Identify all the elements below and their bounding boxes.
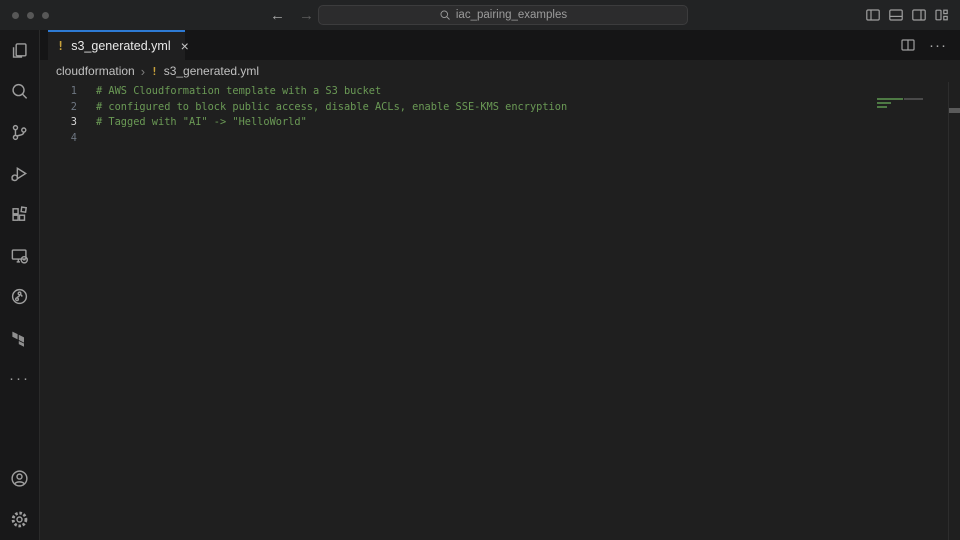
remote-explorer-icon xyxy=(10,246,29,265)
command-center-search[interactable]: iac_pairing_examples xyxy=(318,5,688,25)
sidebar-item-run-debug[interactable] xyxy=(0,153,40,194)
command-center-text: iac_pairing_examples xyxy=(456,9,567,21)
navigate-forward-icon[interactable]: → xyxy=(299,7,314,24)
editor-more-actions-icon[interactable]: ··· xyxy=(929,37,947,54)
line-text: # Tagged with "AI" -> "HelloWorld" xyxy=(77,115,307,131)
customize-layout-icon[interactable] xyxy=(934,7,950,23)
sidebar-item-terraform[interactable] xyxy=(0,317,40,358)
files-icon xyxy=(10,41,29,60)
line-number: 3 xyxy=(40,115,77,131)
minimap[interactable] xyxy=(877,98,935,110)
tab-close-icon[interactable]: × xyxy=(181,39,189,53)
line-text xyxy=(77,131,96,147)
warning-icon: ! xyxy=(151,65,158,78)
title-bar: ← → iac_pairing_examples xyxy=(0,0,960,30)
git-graph-icon xyxy=(10,287,29,306)
sidebar-item-remote-explorer[interactable] xyxy=(0,235,40,276)
editor-scrollbar[interactable] xyxy=(948,82,960,540)
warning-icon: ! xyxy=(57,39,64,53)
sidebar-item-extensions[interactable] xyxy=(0,194,40,235)
line-number: 4 xyxy=(40,131,77,147)
terraform-icon xyxy=(10,328,29,347)
search-icon xyxy=(439,9,451,21)
code-editor[interactable]: 1 # AWS Cloudformation template with a S… xyxy=(40,82,960,540)
chevron-right-icon: › xyxy=(141,64,145,79)
line-text: # AWS Cloudformation template with a S3 … xyxy=(77,84,381,100)
sidebar-item-more[interactable]: ··· xyxy=(0,358,40,399)
source-control-icon xyxy=(10,123,29,142)
sidebar-item-search[interactable] xyxy=(0,71,40,112)
account-icon xyxy=(10,469,29,488)
tab-label: s3_generated.yml xyxy=(71,39,170,53)
window-controls[interactable] xyxy=(12,12,49,19)
code-line[interactable]: 2 # configured to block public access, d… xyxy=(40,100,960,116)
activity-bar: ··· xyxy=(0,30,40,540)
toggle-panel-icon[interactable] xyxy=(888,7,904,23)
sidebar-item-source-control[interactable] xyxy=(0,112,40,153)
line-number: 2 xyxy=(40,100,77,116)
breadcrumb-folder[interactable]: cloudformation xyxy=(56,64,135,78)
sidebar-item-accounts[interactable] xyxy=(0,458,40,499)
code-line[interactable]: 4 xyxy=(40,131,960,147)
gear-icon xyxy=(10,510,29,529)
line-text: # configured to block public access, dis… xyxy=(77,100,567,116)
tab-s3-generated-yml[interactable]: ! s3_generated.yml × xyxy=(48,30,185,60)
breadcrumb: cloudformation › ! s3_generated.yml xyxy=(40,60,960,82)
toggle-primary-sidebar-icon[interactable] xyxy=(865,7,881,23)
line-number: 1 xyxy=(40,84,77,100)
run-and-debug-icon xyxy=(10,164,29,183)
extensions-icon xyxy=(10,205,29,224)
tab-bar: ! s3_generated.yml × ··· xyxy=(40,30,960,60)
sidebar-item-explorer[interactable] xyxy=(0,30,40,71)
scrollbar-handle[interactable] xyxy=(949,108,960,113)
editor-group: ! s3_generated.yml × ··· cloudformation … xyxy=(40,30,960,540)
window-close-button[interactable] xyxy=(12,12,19,19)
toggle-secondary-sidebar-icon[interactable] xyxy=(911,7,927,23)
window-minimize-button[interactable] xyxy=(27,12,34,19)
sidebar-item-git-graph[interactable] xyxy=(0,276,40,317)
search-icon xyxy=(10,82,29,101)
navigate-back-icon[interactable]: ← xyxy=(270,7,285,24)
split-editor-icon[interactable] xyxy=(900,37,916,53)
window-zoom-button[interactable] xyxy=(42,12,49,19)
sidebar-item-settings[interactable] xyxy=(0,499,40,540)
code-line-active[interactable]: 3 # Tagged with "AI" -> "HelloWorld" xyxy=(40,115,960,131)
more-actions-icon: ··· xyxy=(9,370,30,387)
breadcrumb-file[interactable]: s3_generated.yml xyxy=(164,64,259,78)
code-line[interactable]: 1 # AWS Cloudformation template with a S… xyxy=(40,84,960,100)
